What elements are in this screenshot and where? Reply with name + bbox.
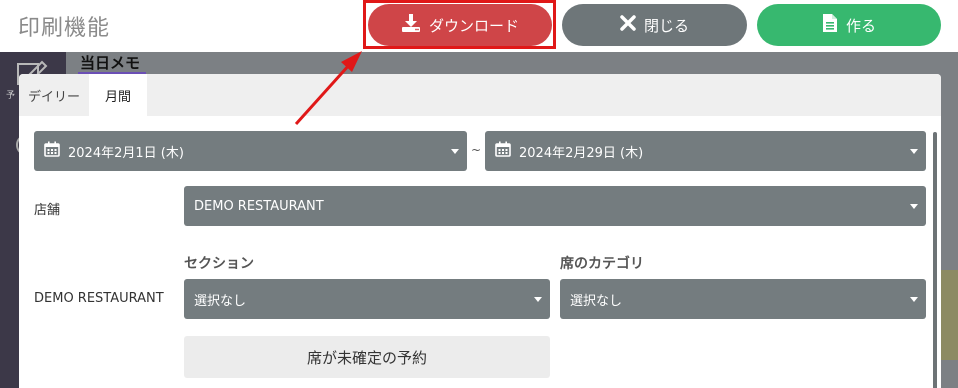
- restaurant-label: DEMO RESTAURANT: [34, 291, 164, 306]
- chevron-down-icon: [910, 204, 918, 209]
- tab-bar: デイリー 月間: [19, 74, 941, 116]
- store-label: 店舗: [34, 203, 61, 218]
- chevron-down-icon: [534, 297, 542, 302]
- date-separator: ~: [471, 143, 482, 157]
- document-icon: [822, 13, 838, 37]
- header-bar: 印刷機能 ダウンロード 閉じる 作る: [0, 0, 958, 52]
- tab-monthly[interactable]: 月間: [89, 74, 147, 116]
- section-heading: セクション: [184, 256, 254, 272]
- close-button[interactable]: 閉じる: [562, 4, 747, 46]
- start-date-select[interactable]: 2024年2月1日 (木): [34, 131, 467, 171]
- sidebar-label: 予: [6, 91, 16, 101]
- create-label: 作る: [845, 16, 876, 35]
- unassigned-reservations-button[interactable]: 席が未確定の予約: [184, 336, 550, 378]
- memo-title: 当日メモ: [80, 54, 141, 72]
- chevron-down-icon: [910, 149, 918, 154]
- section-value: 選択なし: [194, 293, 247, 309]
- print-modal: デイリー 月間 2024年2月1日 (木) ~ 2024年2月29日 (木) 店…: [19, 74, 941, 388]
- create-button[interactable]: 作る: [757, 4, 941, 46]
- start-date-value: 2024年2月1日 (木): [68, 145, 184, 161]
- scrollbar[interactable]: [933, 132, 937, 388]
- calendar-icon: [44, 141, 60, 161]
- end-date-value: 2024年2月29日 (木): [519, 145, 644, 161]
- category-value: 選択なし: [570, 293, 623, 309]
- chevron-down-icon: [910, 297, 918, 302]
- category-select[interactable]: 選択なし: [560, 279, 926, 319]
- section-select[interactable]: 選択なし: [184, 279, 550, 319]
- chevron-down-icon: [451, 149, 459, 154]
- background-panel: [940, 270, 958, 360]
- end-date-select[interactable]: 2024年2月29日 (木): [485, 131, 926, 171]
- highlight-box: [363, 0, 556, 49]
- category-heading: 席のカテゴリ: [560, 256, 644, 272]
- close-label: 閉じる: [643, 16, 689, 35]
- page-title: 印刷機能: [18, 16, 111, 41]
- close-icon: [620, 15, 636, 35]
- calendar-icon: [495, 141, 511, 161]
- store-select[interactable]: DEMO RESTAURANT: [184, 186, 926, 226]
- tab-daily[interactable]: デイリー: [19, 74, 89, 116]
- store-value: DEMO RESTAURANT: [194, 198, 324, 214]
